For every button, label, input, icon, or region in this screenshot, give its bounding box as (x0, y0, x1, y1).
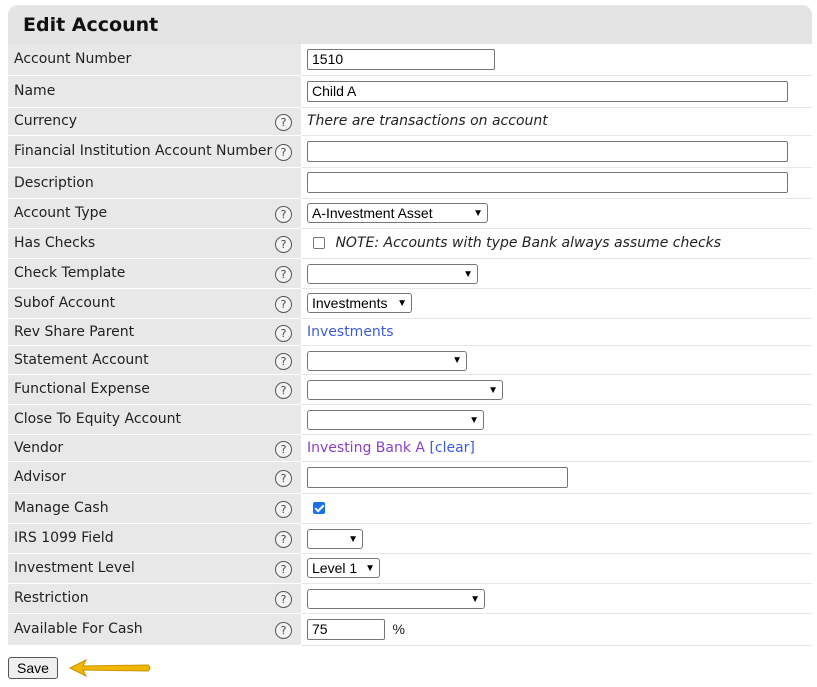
label-description: Description (8, 167, 275, 199)
row-fin-inst-account-number: Financial Institution Account Number ? (8, 135, 812, 168)
help-icon[interactable]: ? (275, 236, 292, 253)
row-statement-account: Statement Account ? ▼ (8, 345, 812, 375)
edit-account-panel: Edit Account Account Number Name Currenc… (8, 5, 812, 646)
row-check-template: Check Template ? ▼ (8, 258, 812, 289)
label-restriction: Restriction (8, 583, 275, 614)
chevron-down-icon: ▼ (488, 384, 498, 396)
rev-share-parent-link[interactable]: Investments (307, 324, 394, 340)
label-subof-account: Subof Account (8, 288, 275, 319)
label-manage-cash: Manage Cash (8, 493, 275, 524)
chevron-down-icon: ▼ (469, 414, 479, 426)
close-to-equity-select[interactable]: ▼ (307, 410, 484, 430)
vendor-clear-link[interactable]: [clear] (429, 440, 474, 456)
name-input[interactable] (307, 80, 788, 102)
arrow-left-icon (68, 658, 151, 678)
help-icon[interactable]: ? (275, 114, 292, 131)
label-fin-inst-account-number: Financial Institution Account Number (8, 135, 275, 168)
advisor-input[interactable] (307, 466, 568, 488)
help-icon[interactable]: ? (275, 266, 292, 283)
page-title: Edit Account (23, 13, 159, 36)
account-form: Account Number Name Currency ? There are… (8, 44, 812, 646)
chevron-down-icon: ▼ (452, 355, 462, 366)
functional-expense-select[interactable]: ▼ (307, 380, 503, 400)
row-account-type: Account Type ? A-Investment Asset ▼ (8, 198, 812, 229)
row-name: Name (8, 75, 812, 108)
available-for-cash-input[interactable] (307, 618, 385, 640)
row-advisor: Advisor ? (8, 461, 812, 494)
irs-1099-select[interactable]: ▼ (307, 529, 363, 549)
help-icon[interactable]: ? (275, 324, 292, 342)
label-account-type: Account Type (8, 198, 275, 229)
help-icon[interactable]: ? (275, 591, 292, 608)
label-check-template: Check Template (8, 258, 275, 289)
row-description: Description (8, 167, 812, 199)
check-template-select[interactable]: ▼ (307, 264, 478, 284)
vendor-link[interactable]: Investing Bank A (307, 440, 425, 456)
save-button[interactable]: Save (8, 657, 58, 679)
chevron-down-icon: ▼ (348, 533, 358, 545)
help-icon[interactable]: ? (275, 501, 292, 518)
row-subof-account: Subof Account ? Investments ▼ (8, 288, 812, 319)
manage-cash-checkbox[interactable] (313, 502, 325, 514)
row-rev-share-parent: Rev Share Parent ? Investments (8, 318, 812, 346)
help-icon[interactable]: ? (275, 561, 292, 578)
help-icon[interactable]: ? (275, 352, 292, 370)
label-irs-1099: IRS 1099 Field (8, 523, 275, 554)
chevron-down-icon: ▼ (463, 268, 473, 280)
label-vendor: Vendor (8, 434, 275, 462)
row-account-number: Account Number (8, 44, 812, 76)
currency-note: There are transactions on account (307, 113, 548, 129)
help-icon[interactable]: ? (275, 296, 292, 313)
label-has-checks: Has Checks (8, 228, 275, 259)
label-available-for-cash: Available For Cash (8, 613, 275, 646)
label-functional-expense: Functional Expense (8, 374, 275, 405)
label-statement-account: Statement Account (8, 345, 275, 375)
label-account-number: Account Number (8, 44, 275, 76)
panel-header: Edit Account (8, 5, 812, 44)
label-currency: Currency (8, 107, 275, 136)
help-icon[interactable]: ? (275, 144, 292, 161)
percent-unit: % (392, 621, 405, 637)
chevron-down-icon: ▼ (365, 562, 375, 574)
help-icon[interactable]: ? (275, 206, 292, 223)
help-icon[interactable]: ? (275, 470, 292, 487)
investment-level-select[interactable]: Level 1 ▼ (307, 558, 380, 578)
label-investment-level: Investment Level (8, 553, 275, 584)
help-icon[interactable]: ? (275, 440, 292, 458)
label-advisor: Advisor (8, 461, 275, 494)
help-icon[interactable]: ? (275, 382, 292, 399)
row-currency: Currency ? There are transactions on acc… (8, 107, 812, 136)
chevron-down-icon: ▼ (397, 297, 407, 309)
row-restriction: Restriction ? ▼ (8, 583, 812, 614)
account-type-select[interactable]: A-Investment Asset ▼ (307, 203, 488, 223)
has-checks-note: NOTE: Accounts with type Bank always ass… (335, 235, 722, 251)
chevron-down-icon: ▼ (470, 593, 480, 605)
row-irs-1099: IRS 1099 Field ? ▼ (8, 523, 812, 554)
label-name: Name (8, 75, 275, 108)
help-icon[interactable]: ? (275, 531, 292, 548)
subof-account-select[interactable]: Investments ▼ (307, 293, 412, 313)
row-close-to-equity: Close To Equity Account ▼ (8, 404, 812, 435)
label-rev-share-parent: Rev Share Parent (8, 318, 275, 346)
row-functional-expense: Functional Expense ? ▼ (8, 374, 812, 405)
row-manage-cash: Manage Cash ? (8, 493, 812, 524)
restriction-select[interactable]: ▼ (307, 589, 485, 609)
row-investment-level: Investment Level ? Level 1 ▼ (8, 553, 812, 584)
description-input[interactable] (307, 172, 788, 193)
row-available-for-cash: Available For Cash ? % (8, 613, 812, 646)
account-number-input[interactable] (307, 48, 495, 70)
fin-inst-account-number-input[interactable] (307, 140, 788, 162)
statement-account-select[interactable]: ▼ (307, 350, 467, 371)
row-vendor: Vendor ? Investing Bank A [clear] (8, 434, 812, 462)
help-icon[interactable]: ? (275, 622, 292, 639)
has-checks-checkbox[interactable] (313, 237, 325, 249)
label-close-to-equity: Close To Equity Account (8, 404, 275, 435)
chevron-down-icon: ▼ (473, 207, 483, 219)
row-has-checks: Has Checks ? NOTE: Accounts with type Ba… (8, 228, 812, 259)
